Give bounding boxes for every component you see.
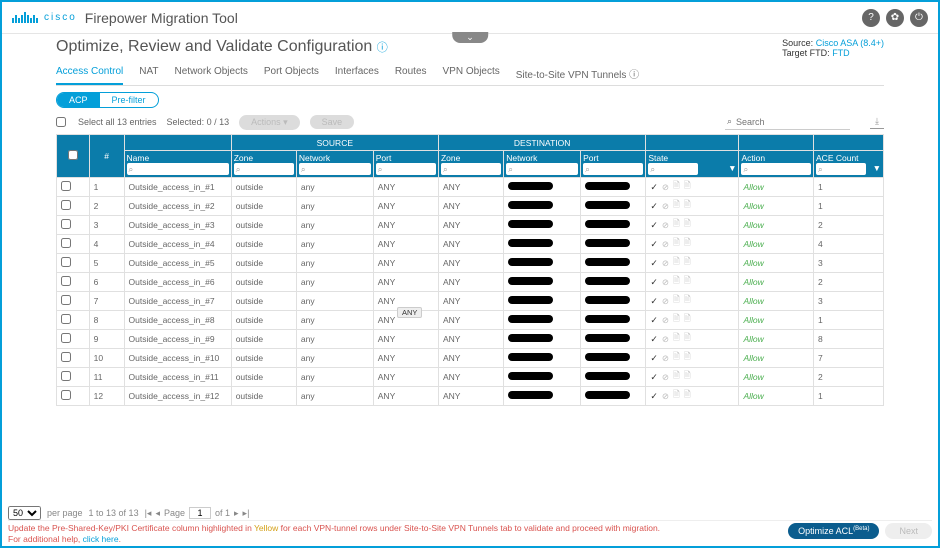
per-page-select[interactable]: 50 bbox=[8, 506, 41, 520]
table-row: 7Outside_access_in_#7outsideanyANYANY✓⊘🗎… bbox=[57, 292, 884, 311]
table-row: 1Outside_access_in_#1outsideanyANYANY✓⊘🗎… bbox=[57, 178, 884, 197]
power-icon[interactable]: ⏻ bbox=[910, 9, 928, 27]
table-row: 11Outside_access_in_#11outsideanyANYANY✓… bbox=[57, 368, 884, 387]
any-tooltip: ANY bbox=[397, 307, 422, 318]
table-row: 8Outside_access_in_#8outsideanyANYANY✓⊘🗎… bbox=[57, 311, 884, 330]
tab-site-to-site-vpn-tunnels[interactable]: Site-to-Site VPN Tunnels ⓘ bbox=[516, 62, 639, 85]
search-icon: ⌕ bbox=[727, 116, 732, 127]
filter-ace[interactable]: ⌕ bbox=[816, 163, 866, 175]
page-input[interactable] bbox=[189, 507, 211, 519]
filter-src-port[interactable]: ⌕ bbox=[376, 163, 436, 175]
row-checkbox[interactable] bbox=[61, 181, 71, 191]
state-icons[interactable]: ✓⊘🗎🗎 bbox=[650, 275, 734, 289]
cisco-logo: cisco bbox=[12, 12, 77, 23]
filter-dst-port[interactable]: ⌕ bbox=[583, 163, 643, 175]
tab-routes[interactable]: Routes bbox=[395, 62, 427, 85]
prev-page[interactable]: ◂ bbox=[155, 508, 160, 519]
select-all-checkbox[interactable] bbox=[56, 117, 66, 127]
help-icon[interactable]: ? bbox=[862, 9, 880, 27]
state-icons[interactable]: ✓⊘🗎🗎 bbox=[650, 370, 734, 384]
search-input[interactable] bbox=[736, 117, 846, 127]
info-icon[interactable]: ⓘ bbox=[377, 42, 388, 54]
table-row: 9Outside_access_in_#9outsideanyANYANY✓⊘🗎… bbox=[57, 330, 884, 349]
table-row: 4Outside_access_in_#4outsideanyANYANY✓⊘🗎… bbox=[57, 235, 884, 254]
row-checkbox[interactable] bbox=[61, 371, 71, 381]
row-checkbox[interactable] bbox=[61, 200, 71, 210]
header-checkbox[interactable] bbox=[68, 150, 78, 160]
tab-nat[interactable]: NAT bbox=[139, 62, 158, 85]
optimize-acl-button[interactable]: Optimize ACL(Beta) bbox=[788, 523, 879, 539]
filter-action[interactable]: ⌕ bbox=[741, 163, 811, 175]
state-icons[interactable]: ✓⊘🗎🗎 bbox=[650, 332, 734, 346]
subtab-group: ACP Pre-filter bbox=[56, 92, 159, 108]
table-row: 3Outside_access_in_#3outsideanyANYANY✓⊘🗎… bbox=[57, 216, 884, 235]
filter-icon[interactable]: ▼ bbox=[728, 163, 736, 175]
subtab-prefilter[interactable]: Pre-filter bbox=[100, 93, 158, 107]
state-icons[interactable]: ✓⊘🗎🗎 bbox=[650, 351, 734, 365]
last-page[interactable]: ▸| bbox=[243, 508, 250, 519]
tab-vpn-objects[interactable]: VPN Objects bbox=[443, 62, 500, 85]
save-button: Save bbox=[310, 115, 355, 129]
gear-icon[interactable]: ✿ bbox=[886, 9, 904, 27]
subtab-acp[interactable]: ACP bbox=[57, 93, 100, 107]
row-checkbox[interactable] bbox=[61, 238, 71, 248]
selected-count: Selected: 0 / 13 bbox=[167, 117, 230, 127]
state-icons[interactable]: ✓⊘🗎🗎 bbox=[650, 256, 734, 270]
warning-message: Update the Pre-Shared-Key/PKI Certificat… bbox=[8, 523, 660, 545]
tab-interfaces[interactable]: Interfaces bbox=[335, 62, 379, 85]
state-icons[interactable]: ✓⊘🗎🗎 bbox=[650, 237, 734, 251]
table-row: 6Outside_access_in_#6outsideanyANYANY✓⊘🗎… bbox=[57, 273, 884, 292]
filter-name[interactable]: ⌕ bbox=[127, 163, 229, 175]
page-title: Optimize, Review and Validate Configurat… bbox=[56, 38, 388, 56]
table-row: 2Outside_access_in_#2outsideanyANYANY✓⊘🗎… bbox=[57, 197, 884, 216]
row-checkbox[interactable] bbox=[61, 257, 71, 267]
row-checkbox[interactable] bbox=[61, 333, 71, 343]
tab-network-objects[interactable]: Network Objects bbox=[175, 62, 248, 85]
rules-table: # SOURCE DESTINATION Name⌕ Zone⌕ Network… bbox=[56, 134, 884, 406]
state-icons[interactable]: ✓⊘🗎🗎 bbox=[650, 180, 734, 194]
download-icon[interactable]: ⤓ bbox=[870, 115, 884, 129]
filter-src-zone[interactable]: ⌕ bbox=[234, 163, 294, 175]
table-row: 12Outside_access_in_#12outsideanyANYANY✓… bbox=[57, 387, 884, 406]
filter-state[interactable]: ⌕ bbox=[648, 163, 698, 175]
actions-button: Actions ▾ bbox=[239, 115, 300, 130]
state-icons[interactable]: ✓⊘🗎🗎 bbox=[650, 199, 734, 213]
row-checkbox[interactable] bbox=[61, 219, 71, 229]
table-row: 10Outside_access_in_#10outsideanyANYANY✓… bbox=[57, 349, 884, 368]
row-checkbox[interactable] bbox=[61, 295, 71, 305]
tab-access-control[interactable]: Access Control bbox=[56, 62, 123, 85]
next-button: Next bbox=[885, 523, 932, 539]
row-checkbox[interactable] bbox=[61, 314, 71, 324]
group-dest: DESTINATION bbox=[438, 135, 645, 151]
filter-dst-zone[interactable]: ⌕ bbox=[441, 163, 501, 175]
migration-meta: Source: Cisco ASA (8.4+) Target FTD: FTD bbox=[782, 38, 884, 58]
first-page[interactable]: |◂ bbox=[145, 508, 152, 519]
filter-dst-net[interactable]: ⌕ bbox=[506, 163, 578, 175]
expand-toggle[interactable]: ⌄ bbox=[452, 32, 488, 43]
col-num[interactable]: # bbox=[89, 135, 124, 178]
row-checkbox[interactable] bbox=[61, 390, 71, 400]
help-link[interactable]: click here bbox=[83, 534, 119, 544]
state-icons[interactable]: ✓⊘🗎🗎 bbox=[650, 389, 734, 403]
state-icons[interactable]: ✓⊘🗎🗎 bbox=[650, 294, 734, 308]
row-checkbox[interactable] bbox=[61, 276, 71, 286]
table-row: 5Outside_access_in_#5outsideanyANYANY✓⊘🗎… bbox=[57, 254, 884, 273]
row-checkbox[interactable] bbox=[61, 352, 71, 362]
filter-icon[interactable]: ▼ bbox=[873, 163, 881, 175]
group-source: SOURCE bbox=[231, 135, 438, 151]
tab-port-objects[interactable]: Port Objects bbox=[264, 62, 319, 85]
app-title: Firepower Migration Tool bbox=[85, 10, 238, 26]
filter-src-net[interactable]: ⌕ bbox=[299, 163, 371, 175]
state-icons[interactable]: ✓⊘🗎🗎 bbox=[650, 218, 734, 232]
select-all-label: Select all 13 entries bbox=[78, 117, 157, 127]
state-icons[interactable]: ✓⊘🗎🗎 bbox=[650, 313, 734, 327]
next-page[interactable]: ▸ bbox=[234, 508, 239, 519]
